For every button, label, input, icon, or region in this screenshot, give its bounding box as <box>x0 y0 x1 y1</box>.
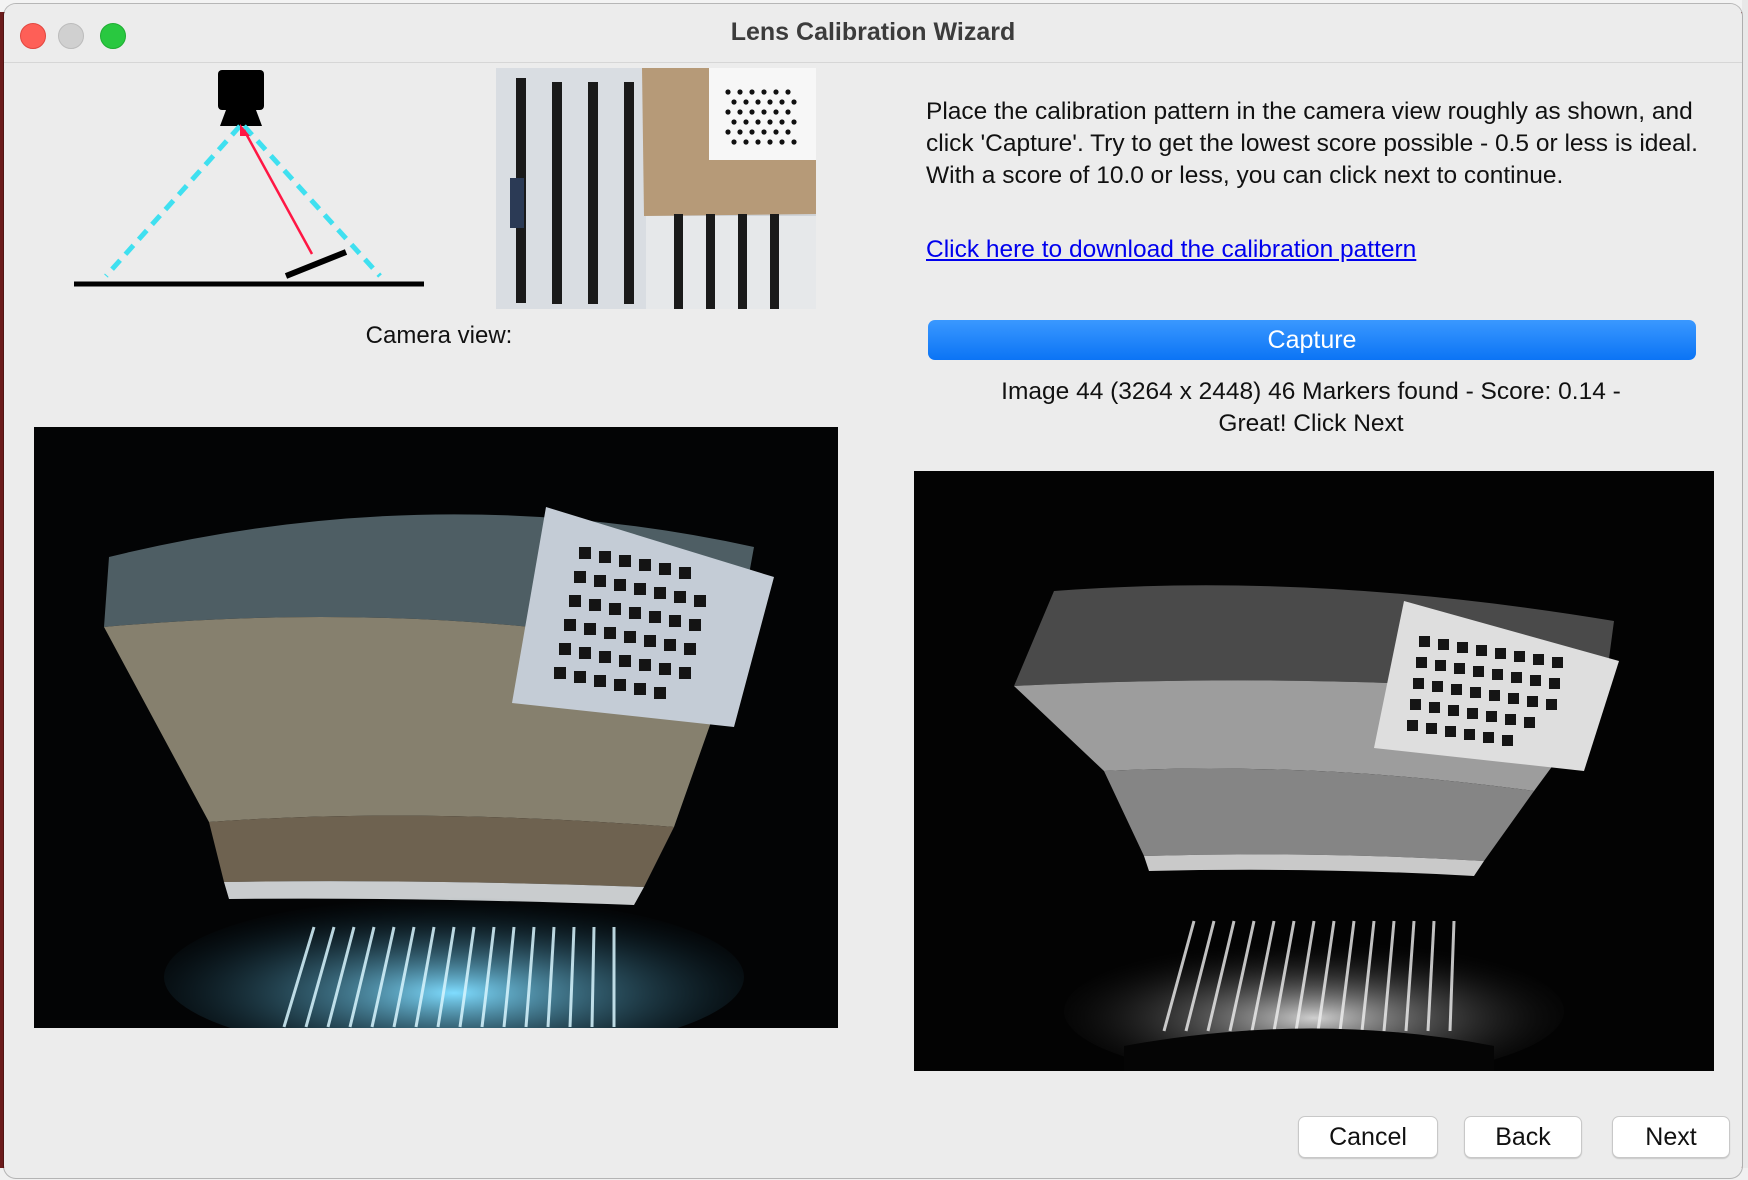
next-button[interactable]: Next <box>1612 1116 1730 1158</box>
pattern-board <box>284 249 348 279</box>
view-cone-left <box>104 124 242 278</box>
status-line-advice: Great! Click Next <box>1218 410 1404 437</box>
title-bar: Lens Calibration Wizard <box>4 4 1742 63</box>
wizard-window: Lens Calibration Wizard Camera view: Pla… <box>4 4 1742 1178</box>
download-pattern-link[interactable]: Click here to download the calibration p… <box>926 236 1416 264</box>
window-title: Lens Calibration Wizard <box>730 18 1016 46</box>
status-line-score: Image 44 (3264 x 2448) 46 Markers found … <box>1001 378 1621 405</box>
camera-view-label: Camera view: <box>365 322 513 349</box>
camera-icon <box>218 70 264 110</box>
capture-button[interactable]: Capture <box>928 320 1696 360</box>
instructions-text: Place the calibration pattern in the cam… <box>926 98 1698 189</box>
lens-icon <box>220 110 262 126</box>
cancel-button[interactable]: Cancel <box>1298 1116 1438 1158</box>
captured-image-view <box>914 471 1714 1071</box>
back-button[interactable]: Back <box>1464 1116 1582 1158</box>
example-placement-photo <box>496 68 816 309</box>
camera-setup-diagram <box>74 70 424 287</box>
background-app-edge <box>1742 0 1748 1180</box>
live-camera-view <box>34 427 838 1028</box>
capture-status: Image 44 (3264 x 2448) 46 Markers found … <box>926 376 1696 440</box>
